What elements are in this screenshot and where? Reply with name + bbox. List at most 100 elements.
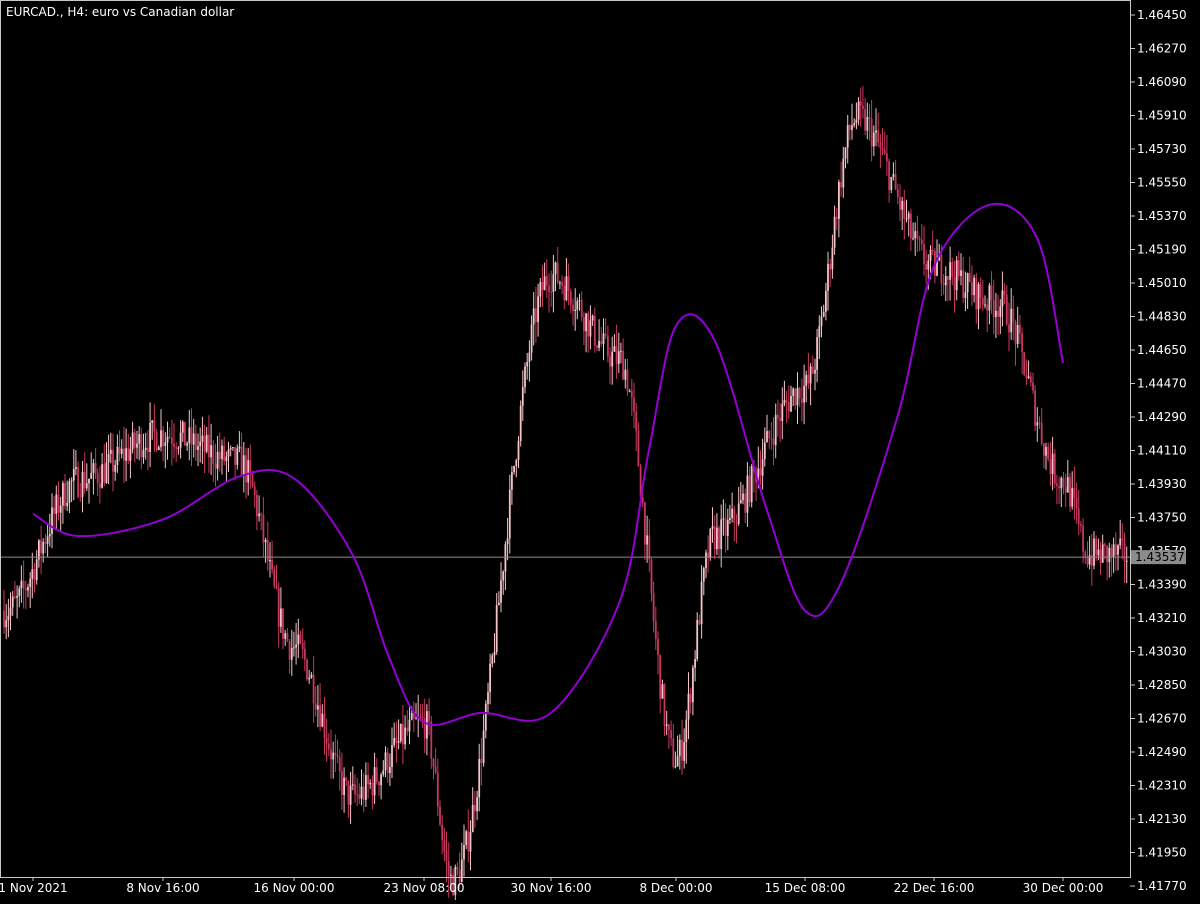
candle-body [556, 262, 559, 283]
candle-body [310, 674, 313, 678]
candle-body [1034, 390, 1036, 426]
candle-body [657, 638, 659, 656]
candle-body [814, 369, 816, 374]
candlestick [273, 565, 276, 589]
candle-body [731, 508, 733, 518]
candle-body [1043, 443, 1045, 456]
candle-body [469, 832, 472, 852]
candle-body [290, 648, 293, 660]
candle-body [109, 449, 112, 454]
candle-body [550, 291, 553, 293]
candle-body [142, 450, 145, 458]
candle-body [962, 270, 965, 298]
candle-body [105, 462, 108, 483]
candle-body [923, 244, 925, 265]
candle-body [971, 282, 973, 296]
candle-body [299, 634, 302, 643]
candle-body [42, 541, 45, 554]
candle-body [393, 737, 396, 745]
candle-body [380, 774, 382, 786]
candle-body [33, 569, 36, 581]
candle-body [977, 284, 980, 310]
candle-body [528, 352, 531, 362]
candle-body [68, 481, 71, 503]
price-axis-label: 1.45370 [1137, 209, 1187, 223]
candle-body [72, 469, 75, 481]
candle-body [1038, 422, 1041, 424]
price-axis-label: 1.45910 [1137, 109, 1187, 123]
candle-body [1082, 525, 1084, 552]
candle-body [303, 649, 306, 660]
candle-body [822, 311, 825, 317]
candle-body [705, 552, 707, 569]
candle-body [842, 158, 845, 188]
candle-body [530, 324, 533, 353]
candle-body [127, 448, 130, 461]
candle-body [886, 153, 888, 162]
candle-body [1125, 560, 1128, 562]
candle-body [798, 387, 801, 399]
candle-body [157, 447, 160, 450]
candle-body [899, 197, 901, 210]
candle-body [227, 449, 230, 457]
candle-body [7, 615, 10, 621]
candle-body [295, 644, 297, 648]
candle-body [362, 786, 365, 800]
candle-body [125, 448, 127, 461]
candlestick [1034, 385, 1036, 432]
candle-body [194, 433, 197, 450]
candle-body [761, 459, 764, 476]
chart-header: EURCAD., H4: euro vs Canadian dollar [6, 5, 234, 19]
candle-body [611, 351, 614, 367]
candle-body [88, 478, 90, 484]
time-axis-label: 8 Dec 00:00 [639, 881, 712, 895]
candle-body [894, 174, 897, 190]
candle-body [465, 831, 468, 845]
candlestick [1023, 351, 1026, 377]
candle-body [578, 300, 581, 302]
candle-body [868, 117, 871, 119]
candle-body [833, 216, 836, 248]
candle-body [709, 528, 712, 558]
candle-body [286, 633, 289, 641]
chart-canvas[interactable]: 1.46450 1.46270 1.46090 1.45910 1.45730 1.455… [0, 0, 1200, 901]
candle-body [862, 105, 864, 109]
candle-body [358, 794, 361, 799]
candle-body [1016, 325, 1019, 344]
candle-body [585, 313, 587, 332]
candle-body [670, 730, 672, 739]
candle-body [1104, 544, 1106, 546]
candle-body [1029, 376, 1032, 383]
candle-body [136, 443, 138, 448]
candle-body [737, 503, 740, 524]
candle-body [829, 263, 832, 270]
candle-body [92, 463, 95, 473]
candle-body [288, 641, 291, 660]
candle-body [83, 471, 86, 489]
candle-body [258, 513, 260, 517]
candle-body [929, 250, 932, 261]
candle-body [301, 642, 304, 649]
candle-body [166, 436, 169, 443]
candle-body [140, 434, 143, 458]
candle-body [66, 502, 69, 507]
candle-body [375, 767, 378, 782]
candle-body [589, 320, 592, 337]
candle-body [508, 489, 511, 539]
candle-body [1095, 538, 1098, 556]
candle-body [282, 608, 284, 639]
candle-body [3, 610, 5, 628]
candle-body [81, 471, 84, 497]
candle-body [927, 260, 930, 270]
candle-body [968, 273, 971, 283]
candle-body [835, 216, 838, 219]
candle-body [997, 310, 999, 317]
symbol-description: euro vs Canadian dollar [92, 5, 234, 19]
price-chart[interactable]: 1.46450 1.46270 1.46090 1.45910 1.45730 1.455… [0, 0, 1200, 901]
candle-body [872, 132, 875, 147]
price-axis-label: 1.44650 [1137, 343, 1187, 357]
candle-body [103, 464, 106, 483]
candle-body [432, 759, 435, 767]
candle-body [1040, 422, 1043, 444]
candle-body [700, 581, 703, 625]
